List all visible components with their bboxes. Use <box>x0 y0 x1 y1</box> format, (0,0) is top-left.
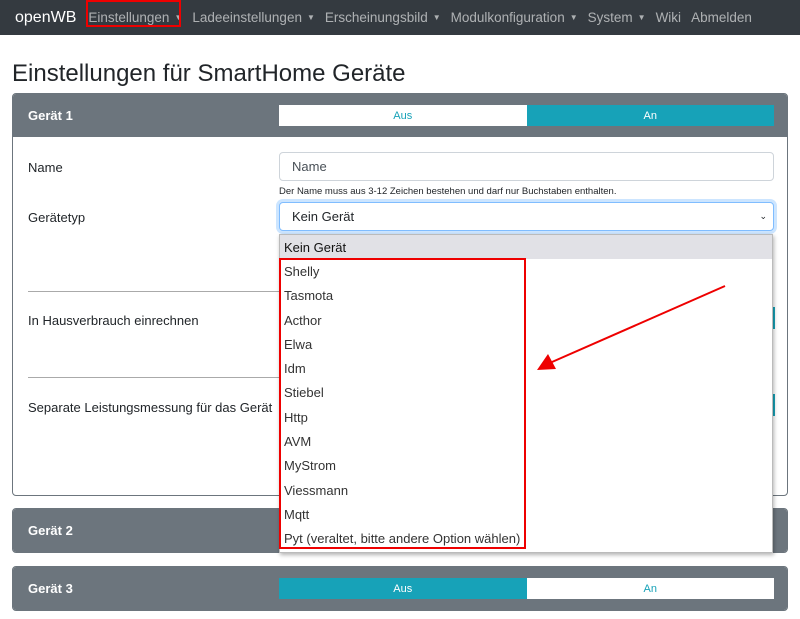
annotation-arrow-icon <box>537 285 726 370</box>
